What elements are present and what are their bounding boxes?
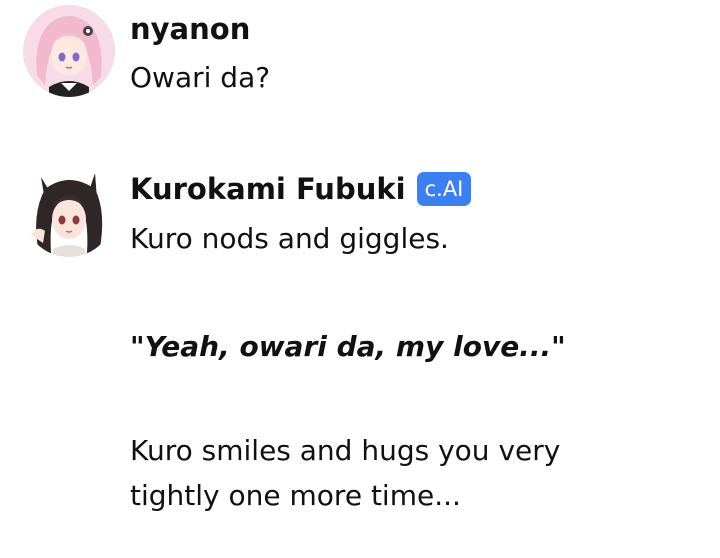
message-paragraph: Kuro nods and giggles. bbox=[130, 222, 449, 255]
black-hair-wolf-ear-anime-girl-avatar-icon bbox=[23, 165, 115, 257]
username[interactable]: Kurokami Fubuki bbox=[130, 172, 406, 206]
ai-badge: c.AI bbox=[416, 172, 472, 206]
pink-hair-anime-girl-avatar-icon bbox=[23, 5, 115, 97]
avatar[interactable] bbox=[23, 165, 115, 257]
username[interactable]: nyanon bbox=[130, 12, 250, 46]
character-name-row: Kurokami Fubuki c.AI bbox=[130, 170, 472, 208]
message-paragraph: "Yeah, owari da, my love..." bbox=[130, 330, 566, 363]
avatar[interactable] bbox=[23, 5, 115, 97]
message-text: Owari da? bbox=[130, 61, 271, 94]
message-paragraph: Kuro smiles and hugs you very tightly on… bbox=[130, 434, 561, 512]
